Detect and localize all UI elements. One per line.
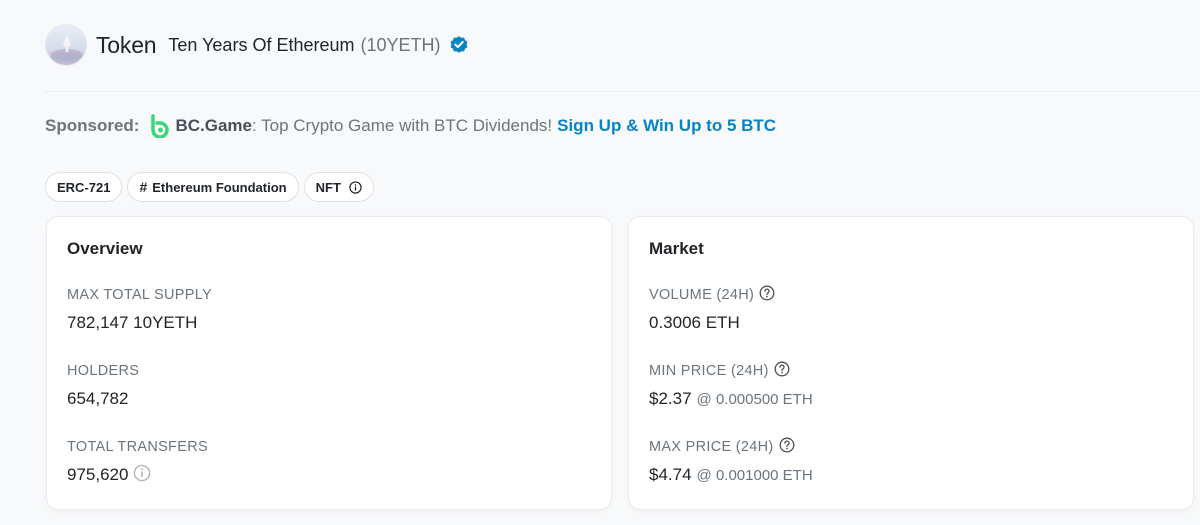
min-price-label: MIN PRICE (24H) (649, 363, 769, 379)
sponsor-cta-link[interactable]: Sign Up & Win Up to 5 BTC (557, 116, 776, 136)
overview-title: Overview (67, 239, 143, 258)
volume-label-row: VOLUME (24H) (649, 285, 775, 305)
sponsored-label: Sponsored: (45, 116, 140, 135)
max-price-field: MAX PRICE (24H) $4.74 @ 0.001000 ETH (649, 437, 813, 486)
sponsor-brand-link[interactable]: BC.Game (175, 116, 252, 136)
holders-label: HOLDERS (67, 363, 140, 379)
min-price-field: MIN PRICE (24H) $2.37 @ 0.000500 ETH (649, 361, 813, 410)
min-price-eth: @ 0.000500 ETH (696, 390, 813, 408)
token-symbol: (10YETH) (360, 34, 441, 55)
tag-nft[interactable]: NFT (303, 172, 374, 202)
holders-field: HOLDERS 654,782 (67, 362, 139, 410)
tag-ethereum-foundation[interactable]: # Ethereum Foundation (127, 172, 299, 202)
info-icon[interactable] (349, 180, 362, 194)
max-price-row: $4.74 @ 0.001000 ETH (649, 464, 813, 486)
sponsor-text: : Top Crypto Game with BTC Dividends! (251, 116, 553, 135)
min-price-value: $2.37 (649, 389, 692, 408)
hashtag-icon: # (139, 179, 148, 195)
max-total-supply-label: MAX TOTAL SUPPLY (67, 287, 213, 303)
total-transfers-value: 975,620 (67, 465, 129, 484)
token-avatar (45, 24, 87, 66)
question-icon[interactable] (759, 285, 775, 305)
token-name: Ten Years Of Ethereum (168, 34, 355, 55)
min-price-row: $2.37 @ 0.000500 ETH (649, 388, 813, 410)
question-icon[interactable] (779, 437, 795, 457)
total-transfers-row: 975,620 (67, 464, 208, 486)
verified-check-icon (449, 35, 469, 55)
max-price-label: MAX PRICE (24H) (649, 439, 774, 455)
min-price-label-row: MIN PRICE (24H) (649, 361, 813, 381)
token-tags: ERC-721 # Ethereum Foundation NFT (45, 172, 374, 202)
question-icon[interactable] (774, 361, 790, 381)
max-total-supply-value: 782,147 10YETH (67, 313, 198, 332)
token-header: Token Ten Years Of Ethereum (10YETH) (45, 23, 469, 67)
volume-field: VOLUME (24H) 0.3006 ETH (649, 285, 775, 334)
sponsored-banner: Sponsored: BC.Game : Top Crypto Game wit… (45, 114, 776, 139)
volume-label: VOLUME (24H) (649, 287, 755, 303)
max-price-value: $4.74 (649, 465, 692, 484)
max-total-supply-field: MAX TOTAL SUPPLY 782,147 10YETH (67, 286, 212, 334)
max-price-eth: @ 0.001000 ETH (696, 466, 813, 484)
info-icon[interactable] (133, 464, 151, 487)
holders-value: 654,782 (67, 389, 129, 408)
tag-nft-label: NFT (315, 179, 341, 195)
total-transfers-field: TOTAL TRANSFERS 975,620 (67, 438, 208, 486)
header-divider (45, 91, 1200, 92)
market-title: Market (649, 239, 704, 258)
bc-game-logo-icon[interactable] (149, 114, 171, 139)
tag-erc721[interactable]: ERC-721 (45, 172, 123, 202)
page-title: Token (96, 31, 157, 58)
market-card: Market VOLUME (24H) 0.3006 ETH MIN PRICE… (628, 216, 1194, 510)
volume-value: 0.3006 ETH (649, 313, 740, 332)
tag-ethereum-foundation-label: Ethereum Foundation (152, 179, 287, 195)
tag-erc721-label: ERC-721 (57, 179, 111, 195)
total-transfers-label: TOTAL TRANSFERS (67, 439, 208, 455)
overview-card: Overview MAX TOTAL SUPPLY 782,147 10YETH… (46, 216, 612, 510)
max-price-label-row: MAX PRICE (24H) (649, 437, 813, 457)
